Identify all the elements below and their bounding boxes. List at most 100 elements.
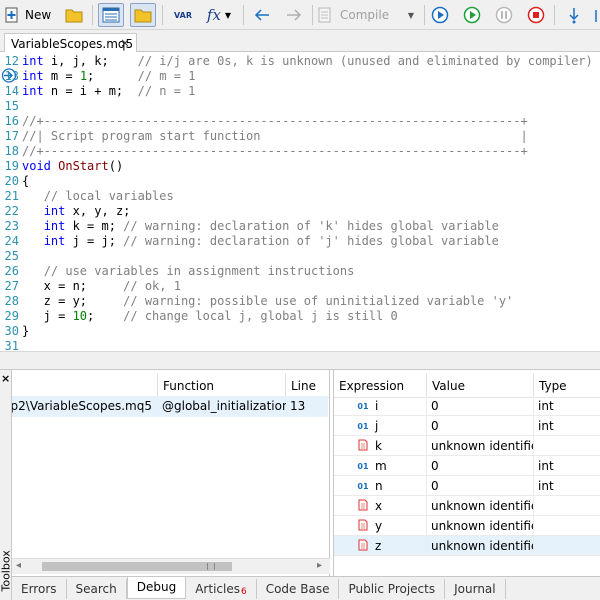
navigator-toggle-button[interactable] bbox=[98, 3, 124, 27]
int-var-icon: 01 bbox=[357, 461, 369, 471]
var-icon: VAR bbox=[174, 10, 192, 20]
line-number: 20 bbox=[4, 174, 19, 188]
call-stack-line: 13 bbox=[290, 399, 306, 413]
tab-articles[interactable]: Articles 6 bbox=[186, 579, 257, 599]
watch-row[interactable]: x unknown identifier bbox=[334, 496, 600, 516]
col-header-function[interactable]: Function bbox=[158, 374, 286, 398]
toolbox-panel: × Toolbox Function Line \p2\VariableScop… bbox=[0, 369, 600, 600]
watch-name: z bbox=[375, 539, 382, 553]
tab-public-projects[interactable]: Public Projects bbox=[339, 579, 446, 599]
step-over-button[interactable] bbox=[590, 3, 600, 27]
watch-expression: 01 n bbox=[334, 476, 427, 496]
col-header-expression[interactable]: Expression bbox=[334, 374, 427, 398]
col-header-file[interactable] bbox=[12, 374, 158, 398]
watch-type: int bbox=[538, 459, 554, 473]
tab-code-base[interactable]: Code Base bbox=[257, 579, 340, 599]
scroll-right-icon[interactable]: ▸ bbox=[317, 560, 322, 571]
watch-expression: k bbox=[334, 436, 427, 456]
line-number: 16 bbox=[4, 114, 19, 128]
editor-tab-strip: VariableScopes.mq5 × bbox=[0, 30, 600, 53]
debug-start-real-button[interactable] bbox=[428, 3, 452, 27]
watch-row[interactable]: y unknown identifier bbox=[334, 516, 600, 536]
toolbox-side-strip: × Toolbox bbox=[0, 370, 13, 600]
tab-debug[interactable]: Debug bbox=[126, 576, 187, 599]
col-header-value[interactable]: Value bbox=[427, 374, 534, 398]
stop-button[interactable] bbox=[524, 3, 548, 27]
watch-value: unknown identifier bbox=[427, 536, 534, 556]
watch-value: 0 bbox=[427, 396, 534, 416]
code-line: // use variables in assignment instructi… bbox=[43, 264, 355, 278]
code-line: int i, j, k; // i/j are 0s, k is unknown… bbox=[22, 54, 593, 68]
watch-name: x bbox=[375, 499, 383, 513]
watch-table: Expression Value Type 01 i 0 int 01 j 0 int k unk… bbox=[333, 370, 600, 578]
code-line: //| Script program start function | bbox=[22, 129, 528, 143]
open-folder-button[interactable] bbox=[62, 3, 86, 27]
close-icon[interactable]: × bbox=[120, 36, 130, 50]
watch-value: 0 bbox=[427, 456, 534, 476]
code-line: // local variables bbox=[43, 189, 174, 203]
tab-filename: VariableScopes.mq5 bbox=[11, 36, 134, 51]
tab-label: Journal bbox=[454, 582, 496, 596]
tab-search[interactable]: Search bbox=[67, 579, 127, 599]
call-stack-scrollbar[interactable]: ◂ ▸ bbox=[12, 558, 330, 574]
tab-label: Articles bbox=[195, 582, 240, 596]
scrollbar-thumb[interactable] bbox=[42, 562, 232, 571]
forward-button[interactable] bbox=[282, 3, 306, 27]
step-into-button[interactable] bbox=[562, 3, 586, 27]
compile-icon bbox=[318, 7, 331, 23]
pause-button[interactable] bbox=[492, 3, 516, 27]
toolbox-label: Toolbox bbox=[0, 550, 13, 592]
line-number: 25 bbox=[4, 249, 19, 263]
watch-row[interactable]: 01 n 0 int bbox=[334, 476, 600, 496]
toolbox-toggle-button[interactable] bbox=[130, 3, 156, 27]
watch-expression: z bbox=[334, 536, 427, 556]
step-into-icon bbox=[569, 8, 579, 24]
call-stack-file: \p2\VariableScopes.mq5 bbox=[12, 399, 152, 413]
tab-label: Search bbox=[75, 582, 117, 596]
arrow-left-icon bbox=[254, 9, 269, 21]
start-button[interactable] bbox=[460, 3, 484, 27]
watch-row[interactable]: 01 m 0 int bbox=[334, 456, 600, 476]
watch-name: m bbox=[375, 459, 387, 473]
tab-variablescopes[interactable]: VariableScopes.mq5 × bbox=[4, 33, 137, 53]
tab-journal[interactable]: Journal bbox=[445, 579, 506, 599]
code-line: int x, y, z; bbox=[43, 204, 131, 218]
line-number: 12 bbox=[4, 54, 19, 68]
fx-icon: fx bbox=[206, 6, 221, 24]
watch-row[interactable]: k unknown identifier bbox=[334, 436, 600, 456]
code-line: //+-------------------------------------… bbox=[22, 144, 528, 158]
call-stack-row[interactable]: \p2\VariableScopes.mq5 @global_initializ… bbox=[12, 396, 328, 417]
compile-button[interactable]: Compile ▼ bbox=[318, 3, 418, 27]
insert-variable-button[interactable]: VAR bbox=[170, 3, 196, 27]
code-line: } bbox=[22, 324, 30, 338]
int-var-icon: 01 bbox=[357, 401, 369, 411]
watch-value: 0 bbox=[427, 416, 534, 436]
watch-row[interactable]: 01 i 0 int bbox=[334, 396, 600, 416]
watch-row[interactable]: 01 j 0 int bbox=[334, 416, 600, 436]
new-button[interactable]: New bbox=[4, 3, 54, 27]
chevron-down-icon: ▼ bbox=[224, 10, 232, 20]
watch-name: k bbox=[375, 439, 382, 453]
line-number: 21 bbox=[4, 189, 19, 203]
insert-function-button[interactable]: fx ▼ bbox=[201, 3, 237, 27]
code-editor[interactable]: 12 int i, j, k; // i/j are 0s, k is unkno… bbox=[0, 52, 600, 351]
line-number: 14 bbox=[4, 84, 19, 98]
watch-expression: 01 m bbox=[334, 456, 427, 476]
editor-horizontal-scrollbar[interactable] bbox=[0, 351, 600, 369]
scroll-left-icon[interactable]: ◂ bbox=[16, 560, 21, 571]
back-button[interactable] bbox=[250, 3, 274, 27]
unknown-var-icon bbox=[356, 499, 370, 513]
line-number: 26 bbox=[4, 264, 19, 278]
toolbox-close-icon[interactable]: × bbox=[1, 372, 10, 385]
watch-value: unknown identifier bbox=[427, 516, 534, 536]
unknown-var-icon bbox=[356, 519, 370, 533]
watch-type: int bbox=[538, 399, 554, 413]
col-header-type[interactable]: Type bbox=[534, 374, 600, 398]
col-header-line[interactable]: Line bbox=[286, 374, 329, 398]
watch-row[interactable]: z unknown identifier bbox=[334, 536, 600, 556]
tab-errors[interactable]: Errors bbox=[12, 579, 67, 599]
watch-name: j bbox=[375, 419, 379, 433]
line-number: 17 bbox=[4, 129, 19, 143]
tab-label: Code Base bbox=[265, 582, 330, 596]
thumb-grip-icon bbox=[207, 563, 215, 570]
